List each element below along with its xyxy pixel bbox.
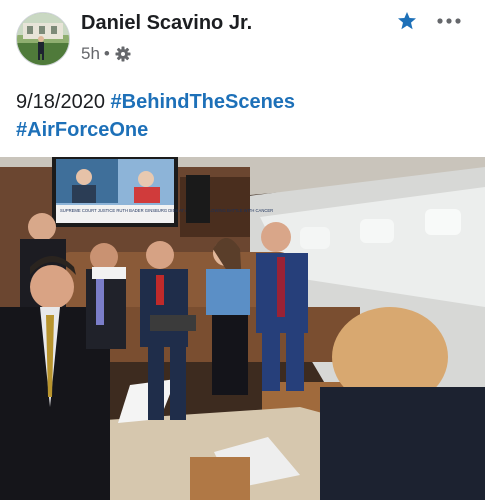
post-photo[interactable]: SUPREME COURT JUSTICE RUTH BADER GINSBUR… bbox=[0, 157, 485, 500]
post-date: 9/18/2020 bbox=[16, 91, 105, 113]
gear-icon[interactable] bbox=[115, 46, 131, 62]
avatar-photo bbox=[17, 13, 69, 65]
post-header: Daniel Scavino Jr. 5h • bbox=[0, 0, 485, 80]
avatar[interactable] bbox=[16, 12, 70, 66]
post-text: 9/18/2020 #BehindTheScenes #AirForceOne bbox=[16, 88, 471, 144]
tv-ticker: SUPREME COURT JUSTICE RUTH BADER GINSBUR… bbox=[60, 208, 273, 213]
more-options-icon[interactable] bbox=[436, 12, 462, 30]
post-meta: 5h • bbox=[81, 42, 131, 66]
author-name[interactable]: Daniel Scavino Jr. bbox=[81, 12, 252, 35]
meta-separator: • bbox=[103, 44, 110, 63]
timestamp[interactable]: 5h bbox=[81, 44, 100, 64]
star-icon[interactable] bbox=[397, 11, 417, 31]
hashtag-air-force-one[interactable]: #AirForceOne bbox=[16, 119, 148, 141]
hashtag-behind-the-scenes[interactable]: #BehindTheScenes bbox=[111, 91, 296, 113]
cabin-photo: SUPREME COURT JUSTICE RUTH BADER GINSBUR… bbox=[0, 157, 485, 500]
